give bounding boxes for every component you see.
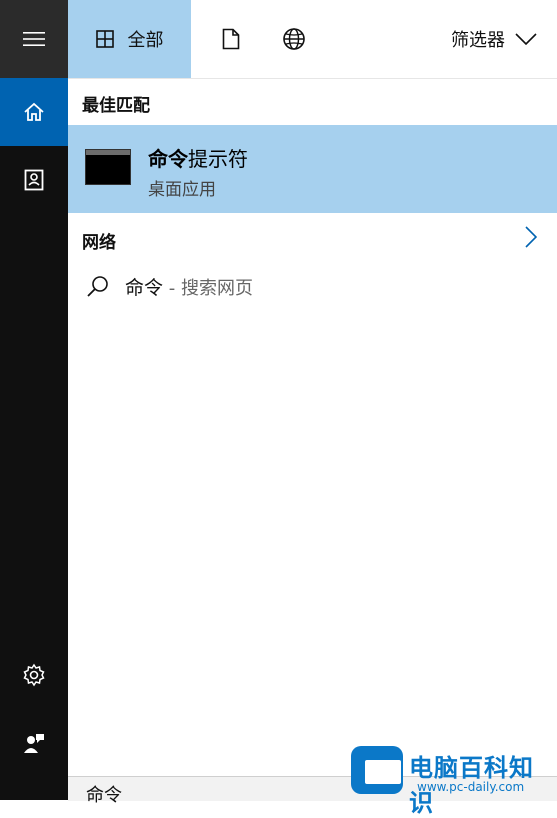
result-app-name-rest: 提示符 xyxy=(188,147,248,171)
web-section-heading: 网络 xyxy=(82,233,116,253)
search-box-text: 命令 xyxy=(86,785,122,806)
left-rail xyxy=(0,0,68,800)
home-button[interactable] xyxy=(0,78,68,146)
web-query: 命令 xyxy=(125,277,164,299)
watermark-logo-icon xyxy=(351,746,403,794)
result-app-name-match: 命令 xyxy=(148,147,188,171)
result-app-name: 命令提示符 xyxy=(148,143,248,172)
settings-icon xyxy=(23,663,45,687)
grid-icon xyxy=(95,30,114,48)
chevron-right-icon xyxy=(525,226,538,248)
chevron-down-icon xyxy=(515,33,537,45)
notebook-icon xyxy=(24,169,44,191)
feedback-icon xyxy=(24,734,44,753)
settings-button[interactable] xyxy=(0,641,68,709)
tab-all[interactable]: 全部 xyxy=(68,0,191,78)
web-section-expand[interactable] xyxy=(525,226,538,252)
hamburger-button[interactable] xyxy=(0,0,68,78)
tab-all-label: 全部 xyxy=(127,30,164,51)
hamburger-icon xyxy=(23,32,45,46)
search-results-panel: 全部 筛选器 最佳匹配 命令提示符 桌面应用 网络 命令 - 搜索网页 xyxy=(68,0,557,800)
notebook-button[interactable] xyxy=(0,146,68,214)
command-prompt-icon xyxy=(85,149,131,185)
watermark-url: www.pc-daily.com xyxy=(417,780,525,794)
watermark: 电脑百科知识 www.pc-daily.com xyxy=(345,740,557,817)
result-app-type: 桌面应用 xyxy=(148,180,216,200)
globe-icon xyxy=(283,28,305,50)
tab-web[interactable] xyxy=(272,0,316,78)
web-suffix: - 搜索网页 xyxy=(163,278,253,299)
home-icon xyxy=(24,102,44,121)
filter-bar: 全部 筛选器 xyxy=(68,0,557,79)
document-icon xyxy=(222,28,240,50)
filter-label: 筛选器 xyxy=(451,30,505,51)
web-suggestion-text: 命令 - 搜索网页 xyxy=(125,273,253,300)
feedback-button[interactable] xyxy=(0,709,68,777)
filter-dropdown[interactable]: 筛选器 xyxy=(427,0,557,78)
tab-documents[interactable] xyxy=(211,0,251,78)
web-search-suggestion[interactable]: 命令 - 搜索网页 xyxy=(68,262,557,310)
best-match-heading: 最佳匹配 xyxy=(82,96,150,116)
best-match-result[interactable]: 命令提示符 桌面应用 xyxy=(68,125,557,213)
search-icon xyxy=(87,276,108,297)
